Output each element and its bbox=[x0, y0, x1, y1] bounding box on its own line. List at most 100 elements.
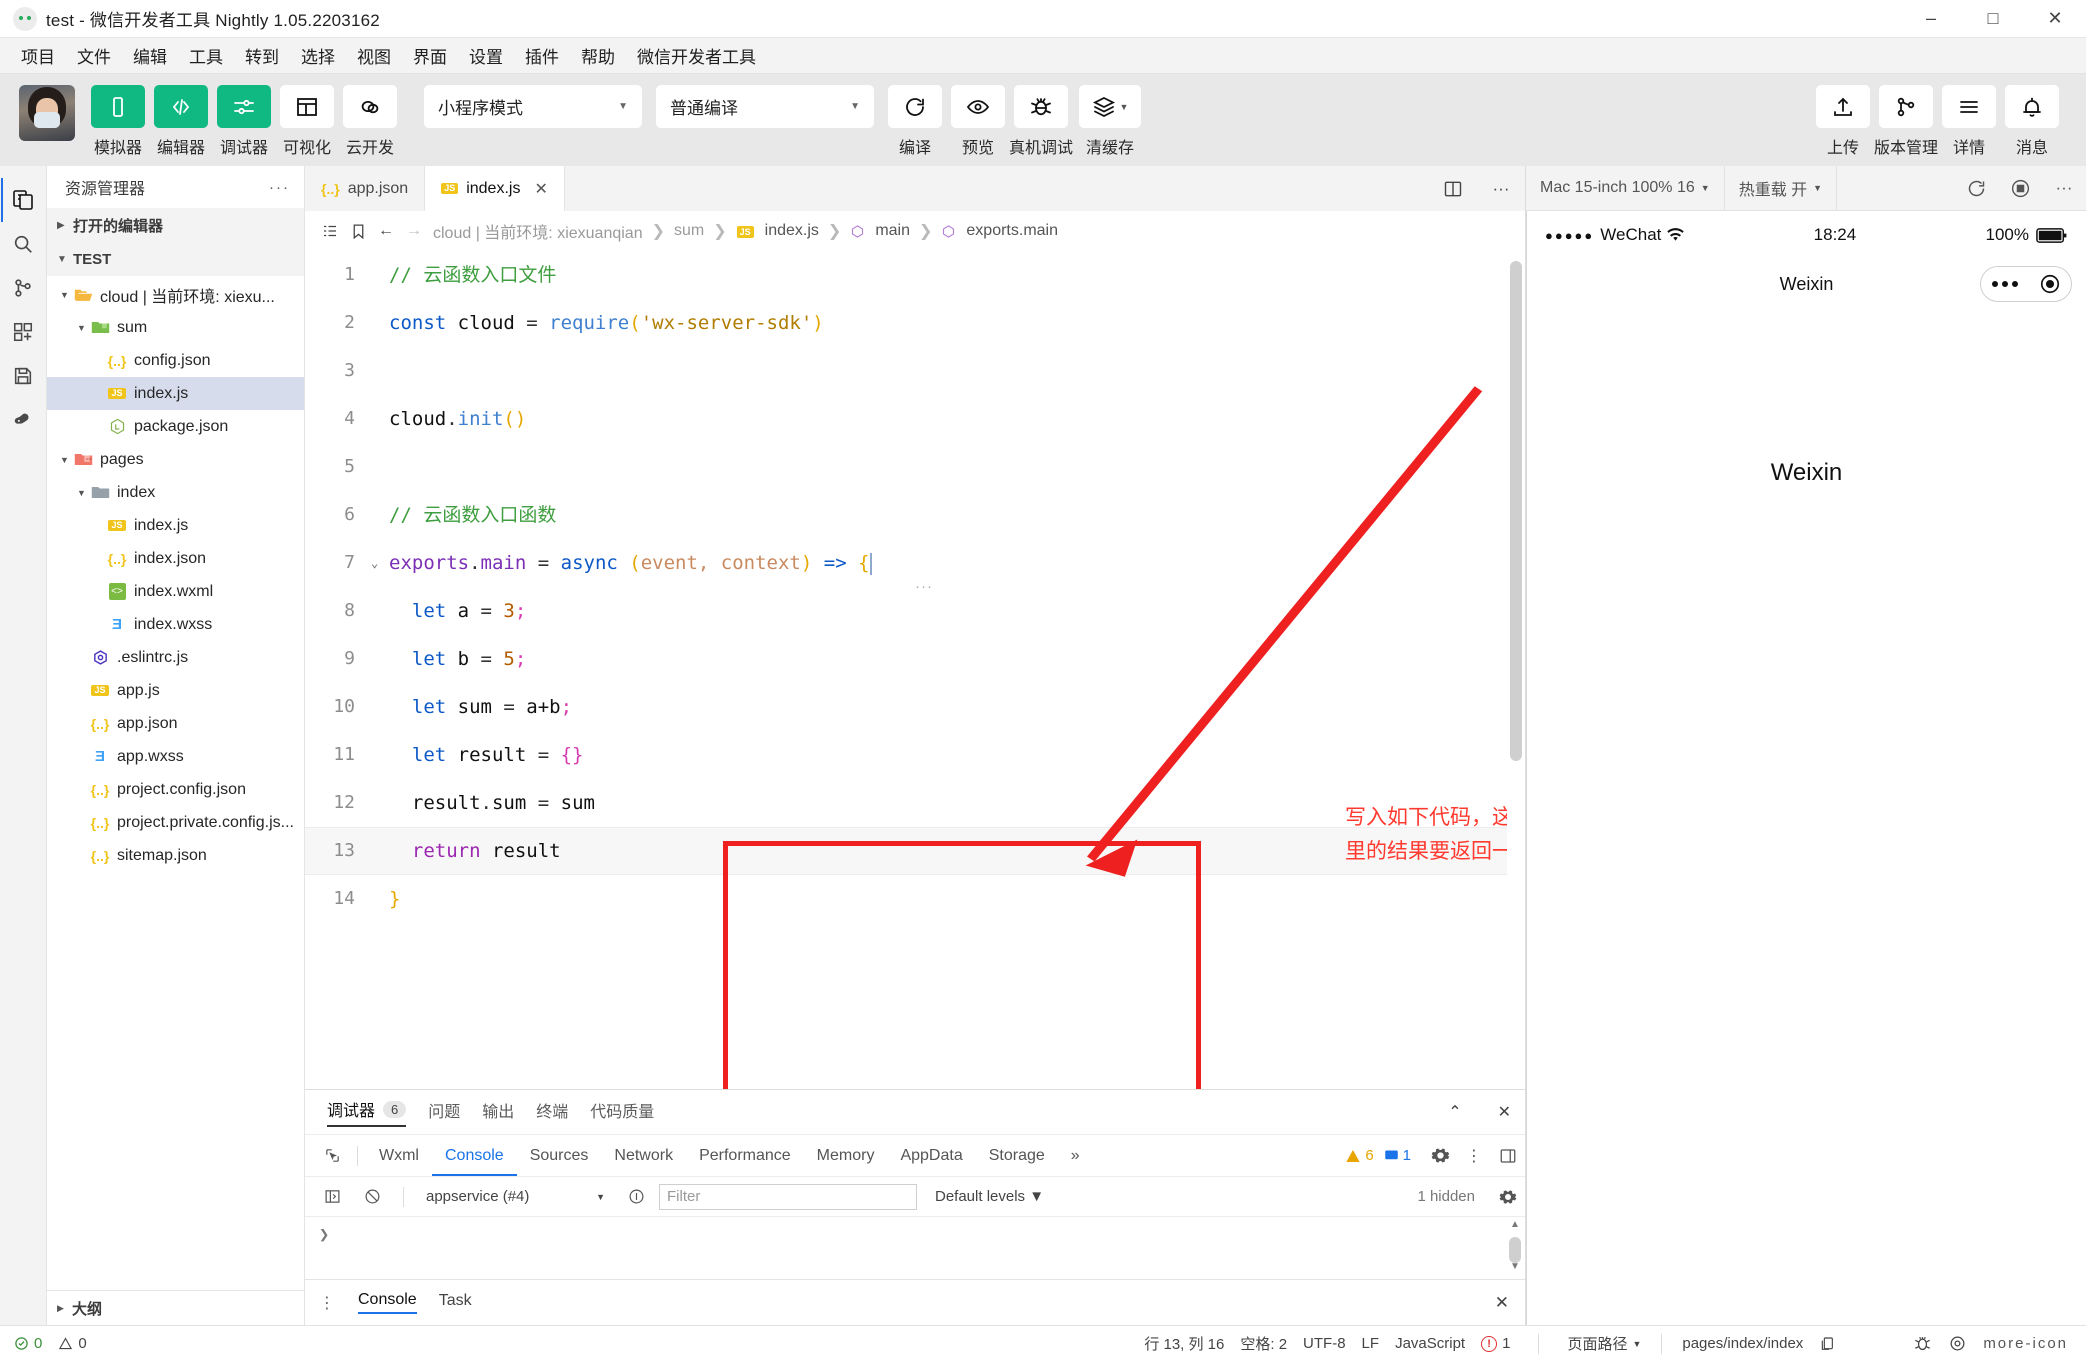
menu-item-9[interactable]: 插件 bbox=[514, 39, 570, 72]
toolbar-right-详情[interactable]: 详情 bbox=[1942, 85, 1996, 158]
status-errors[interactable]: 0 bbox=[14, 1335, 42, 1352]
devtools-tab-3[interactable]: 终端 bbox=[536, 1098, 568, 1126]
maximize-button[interactable]: □ bbox=[1962, 0, 2024, 38]
outline-section[interactable]: ▶ 大纲 bbox=[47, 1290, 304, 1325]
menu-item-7[interactable]: 界面 bbox=[402, 39, 458, 72]
bookmark-icon[interactable] bbox=[345, 223, 371, 240]
close-drawer-icon[interactable]: ✕ bbox=[1495, 1293, 1509, 1313]
inspector-tab-network[interactable]: Network bbox=[601, 1136, 686, 1176]
inspect-element-icon[interactable] bbox=[315, 1141, 349, 1171]
info-count[interactable]: 1 bbox=[1384, 1147, 1411, 1164]
menu-item-0[interactable]: 项目 bbox=[10, 39, 66, 72]
copy-icon[interactable] bbox=[1819, 1336, 1835, 1352]
toolbar-button-云开发[interactable]: 云开发 bbox=[343, 85, 397, 158]
forward-arrow-icon[interactable]: → bbox=[401, 222, 427, 240]
menu-item-2[interactable]: 编辑 bbox=[122, 39, 178, 72]
kebab-icon[interactable]: ⋮ bbox=[1457, 1141, 1491, 1171]
scroll-down-icon[interactable]: ▼ bbox=[1507, 1261, 1523, 1277]
status-more-icon[interactable]: more-icon bbox=[1983, 1335, 2068, 1352]
toolbar-action-真机调试[interactable]: 真机调试 bbox=[1009, 85, 1073, 158]
toolbar-action-编译[interactable]: 编译 bbox=[888, 85, 942, 158]
toolbar-right-上传[interactable]: 上传 bbox=[1816, 85, 1870, 158]
breadcrumb-item-1[interactable]: sum bbox=[670, 222, 708, 240]
outline-list-icon[interactable] bbox=[317, 222, 343, 240]
console-context-select[interactable]: appservice (#4) ▼ bbox=[418, 1188, 613, 1205]
toolbar-button-编辑器[interactable]: 编辑器 bbox=[154, 85, 208, 158]
menu-item-8[interactable]: 设置 bbox=[458, 39, 514, 72]
menu-item-10[interactable]: 帮助 bbox=[570, 39, 626, 72]
explorer-more-icon[interactable]: ··· bbox=[269, 179, 290, 196]
record-icon[interactable] bbox=[1998, 178, 2042, 199]
encoding[interactable]: UTF-8 bbox=[1303, 1335, 1346, 1352]
mode-select[interactable]: 小程序模式 ▼ bbox=[424, 85, 642, 128]
more-dots-icon[interactable] bbox=[1991, 281, 2018, 287]
split-editor-icon[interactable] bbox=[1429, 166, 1477, 211]
tree-item-app.wxss[interactable]: Ǝapp.wxss bbox=[47, 740, 304, 773]
tree-item-cloud---------xiexu...[interactable]: ▼ cloud | 当前环境: xiexu... bbox=[47, 278, 304, 311]
problem-count[interactable]: ! 1 bbox=[1481, 1335, 1510, 1352]
minimize-button[interactable]: – bbox=[1900, 0, 1962, 38]
devtools-tab-2[interactable]: 输出 bbox=[482, 1098, 514, 1126]
tree-item-app.js[interactable]: JS app.js bbox=[47, 674, 304, 707]
tree-item-sum[interactable]: ▼ sum bbox=[47, 311, 304, 344]
cursor-position[interactable]: 行 13, 列 16 bbox=[1144, 1333, 1224, 1354]
tree-item-app.json[interactable]: {..} app.json bbox=[47, 707, 304, 740]
toolbar-button-调试器[interactable]: 调试器 bbox=[217, 85, 271, 158]
no-filter-icon[interactable] bbox=[619, 1182, 653, 1212]
clear-console-icon[interactable] bbox=[355, 1182, 389, 1212]
tab-index-js[interactable]: JS index.js ✕ bbox=[425, 166, 565, 211]
bug-icon[interactable] bbox=[1913, 1334, 1932, 1353]
tree-item-.eslintrc.js[interactable]: .eslintrc.js bbox=[47, 641, 304, 674]
console-scrollbar[interactable]: ▲ ▼ bbox=[1507, 1219, 1523, 1277]
menu-item-6[interactable]: 视图 bbox=[346, 39, 402, 72]
breadcrumb-item-4[interactable]: exports.main bbox=[962, 222, 1062, 240]
toolbar-action-清缓存[interactable]: ▼ 清缓存 bbox=[1077, 85, 1143, 158]
close-circle-icon[interactable] bbox=[2039, 273, 2061, 295]
code-editor[interactable]: 1 // 云函数入口文件 2 const cloud = require('wx-se… bbox=[305, 251, 1525, 1089]
tree-item-project.config.json[interactable]: {..} project.config.json bbox=[47, 773, 304, 806]
page-path-value[interactable]: pages/index/index bbox=[1682, 1335, 1803, 1352]
editor-scrollbar[interactable] bbox=[1507, 251, 1525, 1089]
tree-item-index.js[interactable]: JS index.js bbox=[47, 377, 304, 410]
status-warnings[interactable]: 0 bbox=[58, 1335, 87, 1352]
toolbar-button-模拟器[interactable]: 模拟器 bbox=[91, 85, 145, 158]
simulator-more-icon[interactable]: ··· bbox=[2042, 178, 2086, 198]
devtools-tab-4[interactable]: 代码质量 bbox=[590, 1098, 654, 1126]
console-levels-select[interactable]: Default levels ▼ bbox=[935, 1188, 1044, 1205]
toolbar-right-消息[interactable]: 消息 bbox=[2005, 85, 2059, 158]
inspector-tab-sources[interactable]: Sources bbox=[517, 1136, 602, 1176]
close-icon[interactable]: ✕ bbox=[534, 179, 547, 199]
files-icon[interactable] bbox=[1, 178, 45, 222]
footer-tab-console[interactable]: Console bbox=[358, 1291, 417, 1314]
tree-item-sitemap.json[interactable]: {..} sitemap.json bbox=[47, 839, 304, 872]
editor-more-icon[interactable]: ··· bbox=[1477, 166, 1525, 211]
inspector-tab-memory[interactable]: Memory bbox=[804, 1136, 888, 1176]
breadcrumb-item-3[interactable]: main bbox=[871, 222, 914, 240]
project-root-section[interactable]: ▼ TEST bbox=[47, 242, 304, 276]
devtools-tab-1[interactable]: 问题 bbox=[428, 1098, 460, 1126]
console-sidebar-icon[interactable] bbox=[315, 1182, 349, 1212]
warning-count[interactable]: 6 bbox=[1345, 1147, 1374, 1164]
tree-item-index.json[interactable]: {..} index.json bbox=[47, 542, 304, 575]
tree-item-index[interactable]: ▼ index bbox=[47, 476, 304, 509]
console-filter-input[interactable]: Filter bbox=[659, 1183, 917, 1210]
inspector-tab-performance[interactable]: Performance bbox=[686, 1136, 804, 1176]
inspector-overflow-icon[interactable]: » bbox=[1058, 1136, 1093, 1176]
hot-reload-select[interactable]: 热重载 开 ▼ bbox=[1725, 165, 1838, 211]
line-ending[interactable]: LF bbox=[1362, 1335, 1380, 1352]
refresh-icon[interactable] bbox=[1954, 178, 1998, 199]
extensions-icon[interactable] bbox=[1, 310, 45, 354]
breadcrumb-item-0[interactable]: cloud | 当前环境: xiexuanqian bbox=[429, 219, 647, 243]
fold-toggle-icon[interactable]: ⌄ bbox=[371, 539, 389, 587]
tab-app-json[interactable]: {..} app.json bbox=[305, 166, 426, 211]
menu-item-4[interactable]: 转到 bbox=[234, 39, 290, 72]
menu-item-11[interactable]: 微信开发者工具 bbox=[626, 39, 767, 72]
capsule-button[interactable] bbox=[1980, 266, 2072, 302]
close-icon[interactable]: ✕ bbox=[1498, 1102, 1511, 1122]
footer-tab-task[interactable]: Task bbox=[439, 1292, 472, 1313]
page-path-select[interactable]: 页面路径 ▼ bbox=[1567, 1333, 1641, 1354]
chevron-up-icon[interactable]: ⌃ bbox=[1448, 1102, 1461, 1122]
eye-icon[interactable] bbox=[1948, 1334, 1967, 1353]
devtools-tab-0[interactable]: 调试器 6 bbox=[327, 1097, 407, 1127]
tree-item-project.private.config.js...[interactable]: {..} project.private.config.js... bbox=[47, 806, 304, 839]
